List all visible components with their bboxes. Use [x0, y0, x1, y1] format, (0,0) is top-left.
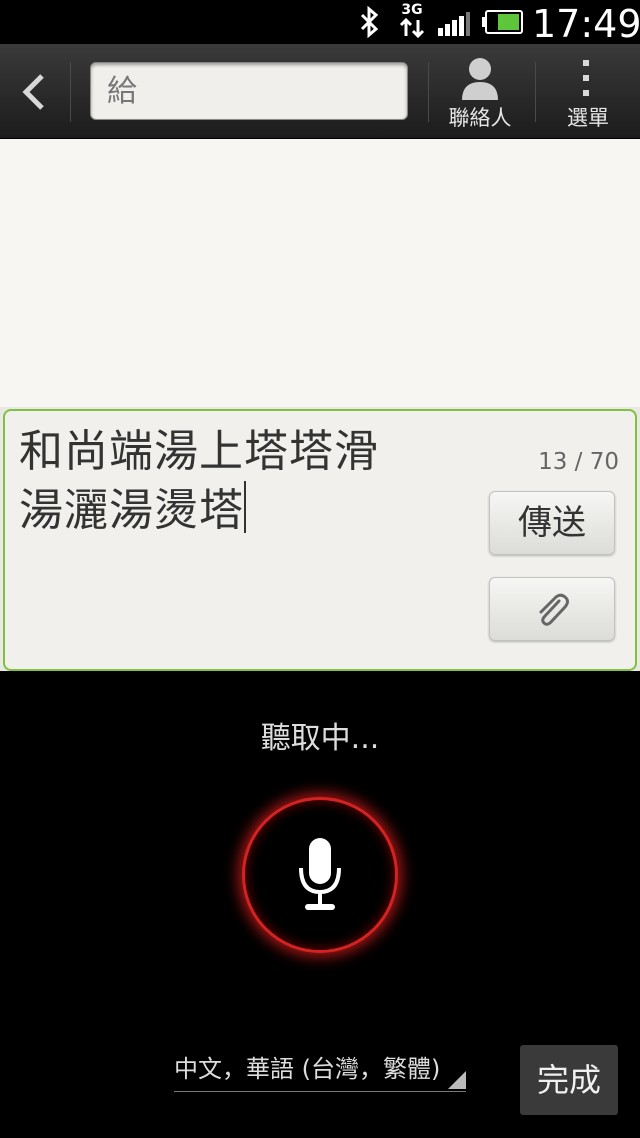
clock: 17:49: [532, 2, 640, 46]
contacts-button[interactable]: 聯絡人: [428, 44, 532, 138]
voice-input-panel: 聽取中... 中文，華語 (台灣，繁體) 完成: [0, 671, 640, 1138]
composer: 和尚端湯上塔塔滑 湯灑湯燙塔 13 / 70 傳送: [0, 407, 640, 671]
message-line: 湯灑湯燙塔: [19, 485, 244, 536]
signal-icon: [438, 12, 470, 36]
message-input[interactable]: 和尚端湯上塔塔滑 湯灑湯燙塔: [19, 423, 467, 540]
conversation-area: [0, 139, 640, 407]
recipient-field[interactable]: [90, 62, 408, 120]
overflow-menu-icon: [583, 60, 589, 96]
message-composer-box: 和尚端湯上塔塔滑 湯灑湯燙塔 13 / 70 傳送: [3, 409, 637, 671]
person-icon: [462, 58, 498, 100]
recipient-input[interactable]: [91, 63, 407, 119]
done-button[interactable]: 完成: [520, 1045, 618, 1115]
chevron-left-icon: [22, 74, 44, 110]
divider: [70, 62, 71, 122]
dropdown-corner-icon: [448, 1071, 466, 1089]
status-bar: 3G 17:49: [0, 0, 640, 46]
back-button[interactable]: [0, 44, 68, 138]
battery-icon: [482, 10, 523, 34]
microphone-button[interactable]: [242, 797, 398, 953]
network-type-label: 3G: [401, 2, 423, 18]
text-cursor: [244, 481, 246, 533]
language-select[interactable]: 中文，華語 (台灣，繁體): [174, 1049, 466, 1092]
contacts-label: 聯絡人: [448, 106, 512, 130]
3g-data-icon: 3G: [398, 2, 426, 42]
menu-button[interactable]: 選單: [536, 44, 640, 138]
action-bar: 聯絡人 選單: [0, 44, 640, 139]
send-button[interactable]: 傳送: [489, 491, 615, 555]
attach-button[interactable]: [489, 577, 615, 641]
menu-label: 選單: [567, 106, 609, 130]
paperclip-icon: [539, 593, 569, 626]
bluetooth-icon: [360, 6, 379, 38]
microphone-icon: [299, 838, 341, 910]
listening-status: 聽取中...: [260, 721, 380, 756]
language-label: 中文，華語 (台灣，繁體): [174, 1055, 441, 1083]
message-line: 和尚端湯上塔塔滑: [19, 426, 379, 477]
character-counter: 13 / 70: [538, 449, 619, 475]
